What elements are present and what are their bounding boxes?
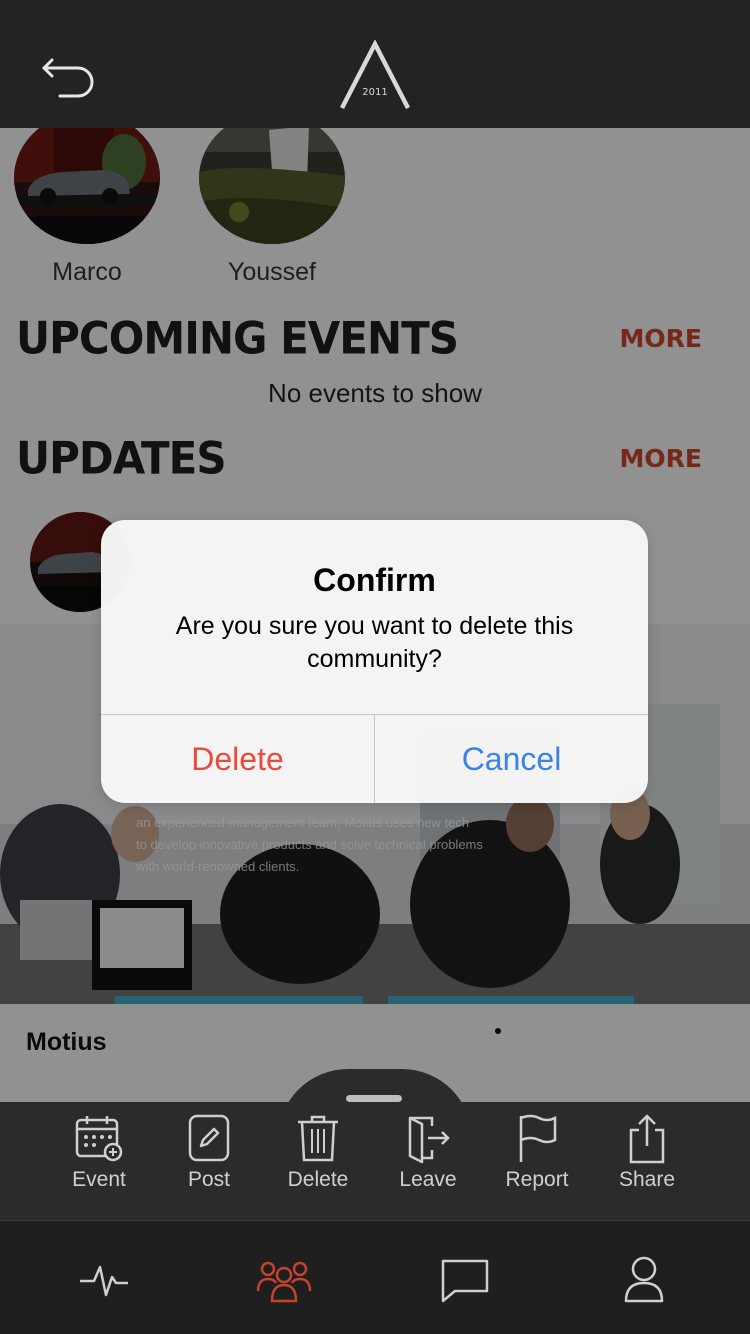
- logo-year: 2011: [362, 87, 387, 98]
- event-action-button[interactable]: Event: [44, 1112, 154, 1192]
- calendar-plus-icon: [75, 1116, 123, 1162]
- post-action-button[interactable]: Post: [154, 1112, 264, 1192]
- profile-icon: [624, 1256, 664, 1303]
- tray-drag-handle[interactable]: [346, 1095, 402, 1102]
- report-action-button[interactable]: Report: [482, 1112, 592, 1192]
- event-action-label: Event: [72, 1168, 126, 1191]
- dialog-cancel-button[interactable]: Cancel: [375, 715, 648, 803]
- share-action-label: Share: [618, 1168, 676, 1191]
- undo-arrow-icon: [42, 58, 94, 98]
- report-action-label: Report: [505, 1168, 569, 1191]
- post-action-label: Post: [187, 1168, 231, 1191]
- flag-icon: [519, 1114, 557, 1162]
- dialog-delete-button[interactable]: Delete: [101, 715, 374, 803]
- tab-profile[interactable]: [614, 1255, 674, 1305]
- activity-icon: [80, 1265, 128, 1297]
- share-action-button[interactable]: Share: [592, 1112, 702, 1192]
- tab-activity[interactable]: [74, 1255, 134, 1305]
- leave-action-label: Leave: [399, 1168, 457, 1191]
- trash-icon: [298, 1115, 338, 1162]
- dialog-title: Confirm: [313, 562, 436, 598]
- chat-icon: [441, 1259, 489, 1303]
- delete-action-label: Delete: [287, 1168, 349, 1191]
- pencil-icon: [188, 1114, 230, 1162]
- delete-action-button[interactable]: Delete: [263, 1112, 373, 1192]
- bottom-tab-bar: [0, 1220, 750, 1334]
- confirm-delete-dialog: Confirm Are you sure you want to delete …: [101, 520, 648, 803]
- app-header: 2011: [0, 0, 750, 128]
- community-icon: [256, 1261, 312, 1303]
- dialog-message: Are you sure you want to delete this com…: [175, 612, 574, 673]
- tab-messages[interactable]: [435, 1255, 495, 1305]
- back-button[interactable]: [38, 50, 102, 100]
- app-logo: 2011: [336, 39, 414, 112]
- exit-door-icon: [408, 1116, 450, 1164]
- tab-community[interactable]: [254, 1255, 314, 1305]
- share-icon: [629, 1114, 665, 1164]
- leave-action-button[interactable]: Leave: [373, 1112, 483, 1192]
